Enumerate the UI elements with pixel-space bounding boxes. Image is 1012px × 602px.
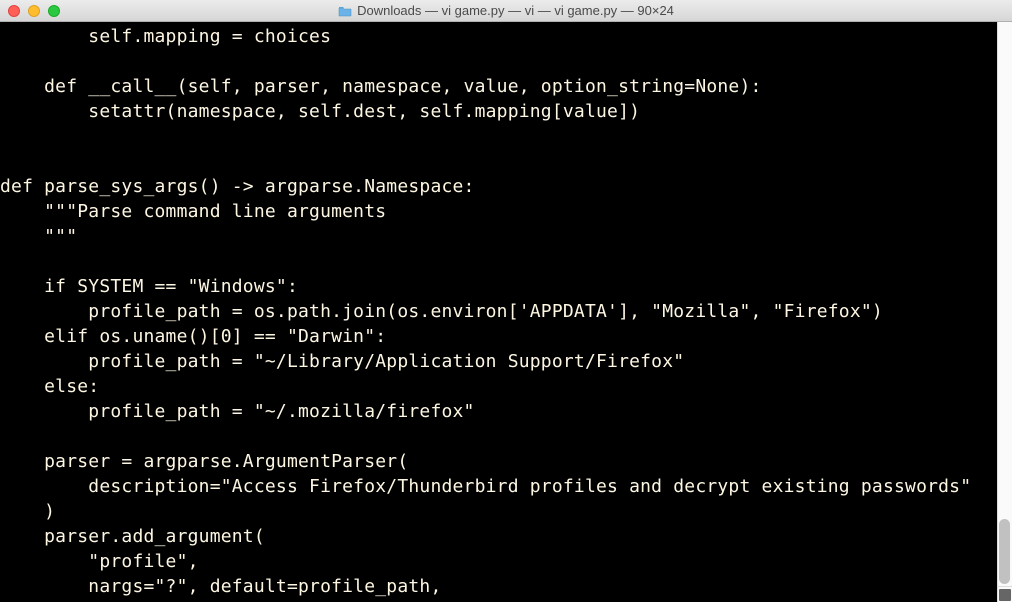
code-line: profile_path = "~/Library/Application Su… [0, 349, 1012, 374]
code-line [0, 124, 1012, 149]
scrollbar-corner [997, 586, 1012, 602]
code-line: """Parse command line arguments [0, 199, 1012, 224]
code-line: if SYSTEM == "Windows": [0, 274, 1012, 299]
code-line: parser = argparse.ArgumentParser( [0, 449, 1012, 474]
vertical-scrollbar-thumb[interactable] [999, 519, 1010, 584]
vertical-scrollbar-track[interactable] [997, 22, 1012, 586]
traffic-lights [0, 5, 60, 17]
code-line: def __call__(self, parser, namespace, va… [0, 74, 1012, 99]
code-line: description="Access Firefox/Thunderbird … [0, 474, 1012, 499]
code-line: "profile", [0, 549, 1012, 574]
scroll-indicator [999, 589, 1011, 601]
code-line: elif os.uname()[0] == "Darwin": [0, 324, 1012, 349]
code-line [0, 249, 1012, 274]
code-line [0, 49, 1012, 74]
code-line: """ [0, 224, 1012, 249]
code-line: parser.add_argument( [0, 524, 1012, 549]
code-line [0, 424, 1012, 449]
code-line [0, 149, 1012, 174]
minimize-window-button[interactable] [28, 5, 40, 17]
maximize-window-button[interactable] [48, 5, 60, 17]
code-content: self.mapping = choices def __call__(self… [0, 22, 1012, 599]
window-title: Downloads — vi game.py — vi — vi game.py… [0, 3, 1012, 18]
code-line: profile_path = "~/.mozilla/firefox" [0, 399, 1012, 424]
window-titlebar: Downloads — vi game.py — vi — vi game.py… [0, 0, 1012, 22]
code-line: ) [0, 499, 1012, 524]
code-line: nargs="?", default=profile_path, [0, 574, 1012, 599]
terminal-viewport[interactable]: self.mapping = choices def __call__(self… [0, 22, 1012, 602]
code-line: profile_path = os.path.join(os.environ['… [0, 299, 1012, 324]
window-title-text: Downloads — vi game.py — vi — vi game.py… [357, 3, 674, 18]
code-line: setattr(namespace, self.dest, self.mappi… [0, 99, 1012, 124]
folder-icon [338, 5, 352, 16]
code-line: def parse_sys_args() -> argparse.Namespa… [0, 174, 1012, 199]
code-line: self.mapping = choices [0, 24, 1012, 49]
close-window-button[interactable] [8, 5, 20, 17]
code-line: else: [0, 374, 1012, 399]
